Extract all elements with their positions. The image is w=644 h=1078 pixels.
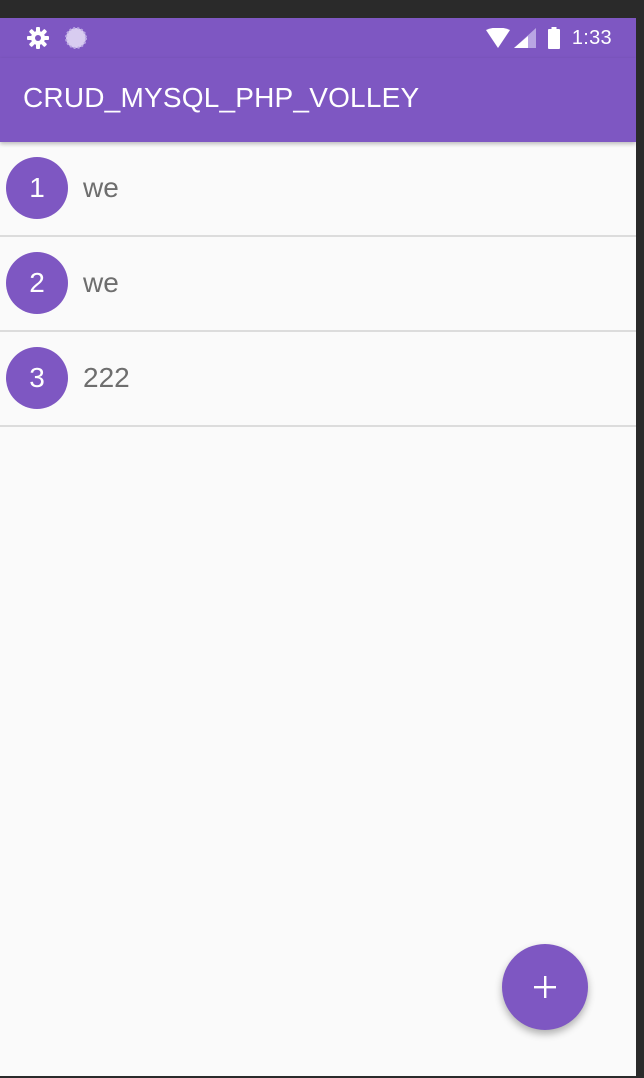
device-right-frame — [636, 18, 644, 1078]
status-time: 1:33 — [571, 26, 612, 49]
app-bar: CRUD_MYSQL_PHP_VOLLEY — [0, 58, 636, 142]
app-title: CRUD_MYSQL_PHP_VOLLEY — [23, 82, 420, 113]
wifi-icon — [485, 27, 510, 48]
item-text: 222 — [83, 362, 130, 393]
item-text: we — [83, 267, 119, 298]
device-top-frame — [0, 0, 644, 18]
item-number-badge: 1 — [6, 157, 68, 219]
status-bar: 1:33 — [0, 18, 636, 58]
list-item[interactable]: 3 222 — [0, 332, 636, 427]
item-list: 1 we 2 we 3 222 — [0, 142, 636, 427]
battery-icon — [547, 27, 560, 49]
sync-icon — [64, 26, 88, 50]
status-system-icons: 1:33 — [485, 25, 612, 51]
add-item-button[interactable] — [502, 944, 588, 1030]
item-text: we — [83, 172, 119, 203]
cell-signal-icon — [513, 28, 536, 48]
list-item[interactable]: 1 we — [0, 142, 636, 237]
gear-icon — [26, 26, 50, 50]
plus-icon — [533, 975, 557, 999]
list-item[interactable]: 2 we — [0, 237, 636, 332]
item-number-badge: 3 — [6, 347, 68, 409]
status-notification-icons — [26, 26, 88, 50]
item-number-badge: 2 — [6, 252, 68, 314]
app-screen: 1:33 CRUD_MYSQL_PHP_VOLLEY 1 we 2 we 3 2… — [0, 18, 636, 1076]
